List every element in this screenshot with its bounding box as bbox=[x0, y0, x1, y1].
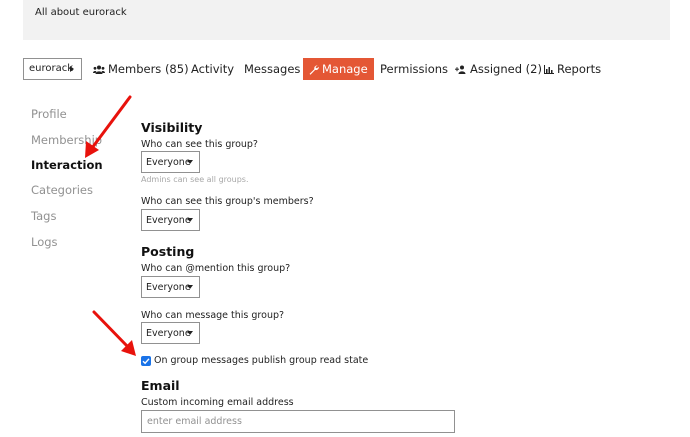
nav-assigned-label: Assigned (2) bbox=[470, 62, 542, 76]
nav-messages[interactable]: Messages bbox=[244, 58, 300, 80]
caret-down-icon bbox=[187, 218, 193, 222]
see-group-hint: Admins can see all groups. bbox=[141, 175, 249, 184]
sidebar-item-interaction[interactable]: Interaction bbox=[31, 158, 103, 172]
wrench-icon bbox=[309, 65, 319, 75]
nav-permissions-label: Permissions bbox=[380, 62, 449, 76]
read-state-label: On group messages publish group read sta… bbox=[154, 355, 369, 366]
incoming-email-input[interactable] bbox=[141, 410, 455, 433]
arrow-to-checkbox bbox=[92, 310, 136, 356]
caret-down-icon bbox=[187, 285, 193, 289]
message-label: Who can message this group? bbox=[141, 310, 285, 321]
nav-assigned[interactable]: Assigned (2) bbox=[455, 58, 542, 80]
chart-icon bbox=[544, 65, 554, 74]
mention-label: Who can @mention this group? bbox=[141, 263, 291, 274]
nav-manage-label: Manage bbox=[322, 62, 368, 76]
group-about-box: All about eurorack bbox=[23, 0, 670, 40]
nav-reports[interactable]: Reports bbox=[544, 58, 601, 80]
see-group-value: Everyone bbox=[146, 157, 191, 168]
sidebar-item-membership[interactable]: Membership bbox=[31, 133, 102, 147]
mention-value: Everyone bbox=[146, 282, 191, 293]
caret-down-icon bbox=[187, 160, 193, 164]
mention-dropdown[interactable]: Everyone bbox=[141, 276, 200, 298]
group-selector-label: eurorack bbox=[29, 63, 74, 74]
nav-members-label: Members (85) bbox=[108, 62, 189, 76]
nav-manage[interactable]: Manage bbox=[303, 58, 374, 80]
caret-right-icon bbox=[70, 66, 74, 72]
see-members-label: Who can see this group's members? bbox=[141, 196, 314, 207]
read-state-checkbox[interactable] bbox=[141, 356, 151, 366]
posting-heading: Posting bbox=[141, 244, 195, 259]
see-group-label: Who can see this group? bbox=[141, 139, 258, 150]
see-members-value: Everyone bbox=[146, 215, 191, 226]
nav-activity-label: Activity bbox=[191, 62, 235, 76]
email-heading: Email bbox=[141, 378, 180, 393]
sidebar-item-categories[interactable]: Categories bbox=[31, 183, 93, 197]
sidebar-item-logs[interactable]: Logs bbox=[31, 235, 58, 249]
checkmark-icon bbox=[142, 358, 150, 365]
message-value: Everyone bbox=[146, 328, 191, 339]
see-group-dropdown[interactable]: Everyone bbox=[141, 151, 200, 173]
nav-members[interactable]: Members (85) bbox=[93, 58, 189, 80]
sidebar-item-profile[interactable]: Profile bbox=[31, 107, 67, 121]
see-members-dropdown[interactable]: Everyone bbox=[141, 209, 200, 231]
visibility-heading: Visibility bbox=[141, 120, 203, 135]
nav-activity[interactable]: Activity bbox=[191, 58, 234, 80]
incoming-email-label: Custom incoming email address bbox=[141, 397, 294, 408]
nav-reports-label: Reports bbox=[557, 62, 602, 76]
user-plus-icon bbox=[455, 65, 466, 74]
nav-messages-label: Messages bbox=[244, 62, 301, 76]
sidebar-item-tags[interactable]: Tags bbox=[31, 209, 56, 223]
message-dropdown[interactable]: Everyone bbox=[141, 322, 200, 344]
users-icon bbox=[93, 65, 105, 74]
arrow-to-interaction bbox=[85, 95, 132, 158]
caret-down-icon bbox=[187, 331, 193, 335]
group-about-text: All about eurorack bbox=[35, 7, 127, 18]
group-selector[interactable]: eurorack bbox=[23, 58, 82, 80]
nav-permissions[interactable]: Permissions bbox=[380, 58, 448, 80]
